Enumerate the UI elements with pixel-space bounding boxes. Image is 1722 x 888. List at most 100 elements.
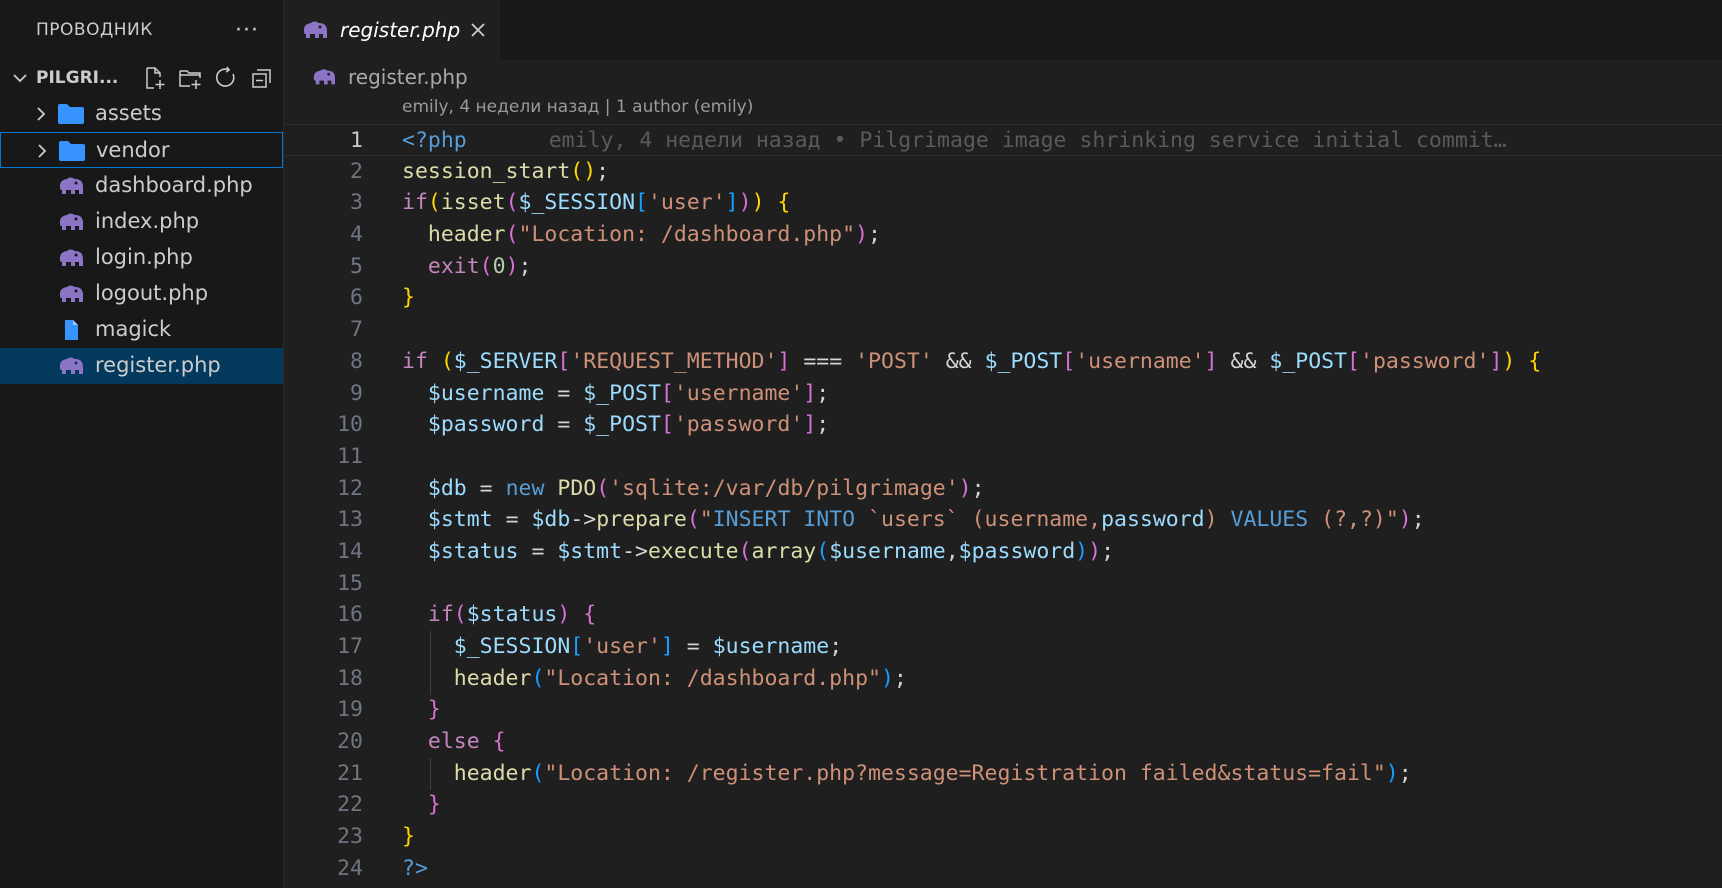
code-line[interactable]: 6} bbox=[284, 282, 1722, 314]
code-token: $stmt bbox=[427, 507, 493, 533]
code-token: if bbox=[427, 602, 454, 628]
code-line[interactable]: 23} bbox=[284, 821, 1722, 853]
code-token: ; bbox=[1398, 760, 1412, 786]
code-token: " bbox=[699, 507, 713, 533]
code-token: { bbox=[777, 190, 791, 216]
code-token: isset bbox=[440, 190, 506, 216]
code-token: "Location: /dashboard.php" bbox=[544, 665, 881, 691]
code-text: header("Location: /dashboard.php"); bbox=[402, 219, 881, 251]
code-token: ) bbox=[1502, 348, 1516, 374]
tree-item-login-php[interactable]: login.php bbox=[0, 240, 283, 276]
code-text: $password = $_POST['password']; bbox=[402, 409, 829, 441]
code-token: ; bbox=[893, 665, 907, 691]
code-line[interactable]: 2 session_start(); bbox=[284, 156, 1722, 188]
line-number: 5 bbox=[350, 253, 363, 279]
close-icon[interactable] bbox=[468, 20, 488, 40]
code-token: 'username' bbox=[1075, 348, 1205, 374]
code-token: ) bbox=[958, 475, 972, 501]
workspace-folder-header[interactable]: PILGRI... bbox=[0, 60, 283, 96]
code-token: && bbox=[1217, 348, 1270, 374]
tree-item-index-php[interactable]: index.php bbox=[0, 204, 283, 240]
code-token: INSERT INTO bbox=[712, 507, 856, 533]
code-token: ] bbox=[803, 412, 817, 438]
code-line[interactable]: 1 <?php emily, 4 недели назад • Pilgrimage… bbox=[284, 124, 1722, 156]
code-line[interactable]: 15 bbox=[284, 568, 1722, 600]
code-token: ( bbox=[479, 253, 493, 279]
code-token: ( bbox=[531, 760, 545, 786]
line-number: 13 bbox=[337, 507, 363, 533]
code-text: header("Location: /register.php?message=… bbox=[402, 758, 1412, 790]
code-token: header bbox=[453, 665, 532, 691]
line-number: 15 bbox=[337, 570, 363, 596]
code-token: $username bbox=[712, 634, 830, 659]
code-token: } bbox=[402, 824, 415, 850]
code-line[interactable]: 5 exit(0); bbox=[284, 251, 1722, 283]
code-token: ( bbox=[686, 507, 700, 533]
chevron-down-icon[interactable] bbox=[10, 68, 30, 88]
code-line[interactable]: 16 if($status) { bbox=[284, 599, 1722, 631]
code-token: $db bbox=[427, 475, 467, 501]
tree-item-dashboard-php[interactable]: dashboard.php bbox=[0, 168, 283, 204]
code-line[interactable]: 3 if(isset($_SESSION['user'])) { bbox=[284, 187, 1722, 219]
code-token: ( bbox=[531, 665, 545, 691]
code-token: $_SERVER bbox=[453, 348, 558, 374]
new-file-icon[interactable] bbox=[141, 65, 167, 91]
code-line[interactable]: 24 ?> bbox=[284, 853, 1722, 885]
code-line[interactable]: 9 $username = $_POST['username']; bbox=[284, 378, 1722, 410]
code-token: ) bbox=[557, 602, 571, 628]
tree-item-magick[interactable]: magick bbox=[0, 312, 283, 348]
code-line[interactable]: 21 header("Location: /register.php?messa… bbox=[284, 758, 1722, 790]
tab-label: register.php bbox=[340, 18, 461, 42]
new-folder-icon[interactable] bbox=[177, 65, 203, 91]
tab-register-php[interactable]: register.php bbox=[284, 0, 500, 60]
code-token: ; bbox=[816, 412, 830, 438]
tree-item-logout-php[interactable]: logout.php bbox=[0, 276, 283, 312]
collapse-all-icon[interactable] bbox=[249, 65, 275, 91]
explorer-header: ПРОВОДНИК ··· bbox=[0, 0, 283, 60]
chevron-right-icon[interactable] bbox=[32, 105, 50, 123]
code-line[interactable]: 13 $stmt = $db->prepare("INSERT INTO `us… bbox=[284, 504, 1722, 536]
code-line[interactable]: 19 } bbox=[284, 694, 1722, 726]
code-line[interactable]: 22 } bbox=[284, 789, 1722, 821]
code-token: 'password' bbox=[1360, 348, 1490, 374]
code-line[interactable]: 12 $db = new PDO('sqlite:/var/db/pilgrim… bbox=[284, 473, 1722, 505]
code-line[interactable]: 14 $status = $stmt->execute(array($usern… bbox=[284, 536, 1722, 568]
code-token: ; bbox=[816, 380, 830, 406]
breadcrumb-item[interactable]: register.php bbox=[348, 65, 468, 89]
code-text: $_SESSION['user'] = $username; bbox=[402, 631, 842, 663]
code-token: ] bbox=[803, 380, 817, 406]
code-line[interactable]: 17 $_SESSION['user'] = $username; bbox=[284, 631, 1722, 663]
code-token: ] bbox=[777, 348, 791, 374]
tree-item-vendor[interactable]: vendor bbox=[0, 132, 283, 168]
codelens-blame[interactable]: emily, 4 недели назад | 1 author (emily) bbox=[402, 97, 753, 117]
code-line[interactable]: 10 $password = $_POST['password']; bbox=[284, 409, 1722, 441]
code-token: = bbox=[673, 634, 713, 659]
code-text: } bbox=[402, 821, 415, 853]
more-actions-icon[interactable]: ··· bbox=[235, 18, 259, 43]
chevron-right-icon[interactable] bbox=[33, 142, 51, 160]
code-line[interactable]: 20 else { bbox=[284, 726, 1722, 758]
tree-item-assets[interactable]: assets bbox=[0, 96, 283, 132]
code-token: ] bbox=[1204, 348, 1218, 374]
tree-item-register-php[interactable]: register.php bbox=[0, 348, 283, 384]
code-token: $_POST bbox=[984, 348, 1063, 374]
code-token: [ bbox=[557, 348, 571, 374]
code-line[interactable]: 8 if ($_SERVER['REQUEST_METHOD'] === 'POS… bbox=[284, 346, 1722, 378]
code-line[interactable]: 18 header("Location: /dashboard.php"); bbox=[284, 663, 1722, 695]
code-token: <?php bbox=[402, 128, 467, 153]
code-line[interactable]: 4 header("Location: /dashboard.php"); bbox=[284, 219, 1722, 251]
code-token: ) bbox=[880, 665, 894, 691]
refresh-icon[interactable] bbox=[213, 65, 239, 91]
code-token: ) bbox=[751, 190, 765, 216]
code-text: if(isset($_SESSION['user'])) { bbox=[402, 187, 790, 219]
code-line[interactable]: 7 bbox=[284, 314, 1722, 346]
code-token: $status bbox=[427, 538, 519, 564]
code-line[interactable]: 11 bbox=[284, 441, 1722, 473]
code-token: { bbox=[583, 602, 597, 628]
line-number: 17 bbox=[337, 634, 363, 659]
php-file-icon bbox=[59, 357, 83, 374]
code-editor[interactable]: 1 <?php emily, 4 недели назад • Pilgrimage… bbox=[284, 124, 1722, 885]
